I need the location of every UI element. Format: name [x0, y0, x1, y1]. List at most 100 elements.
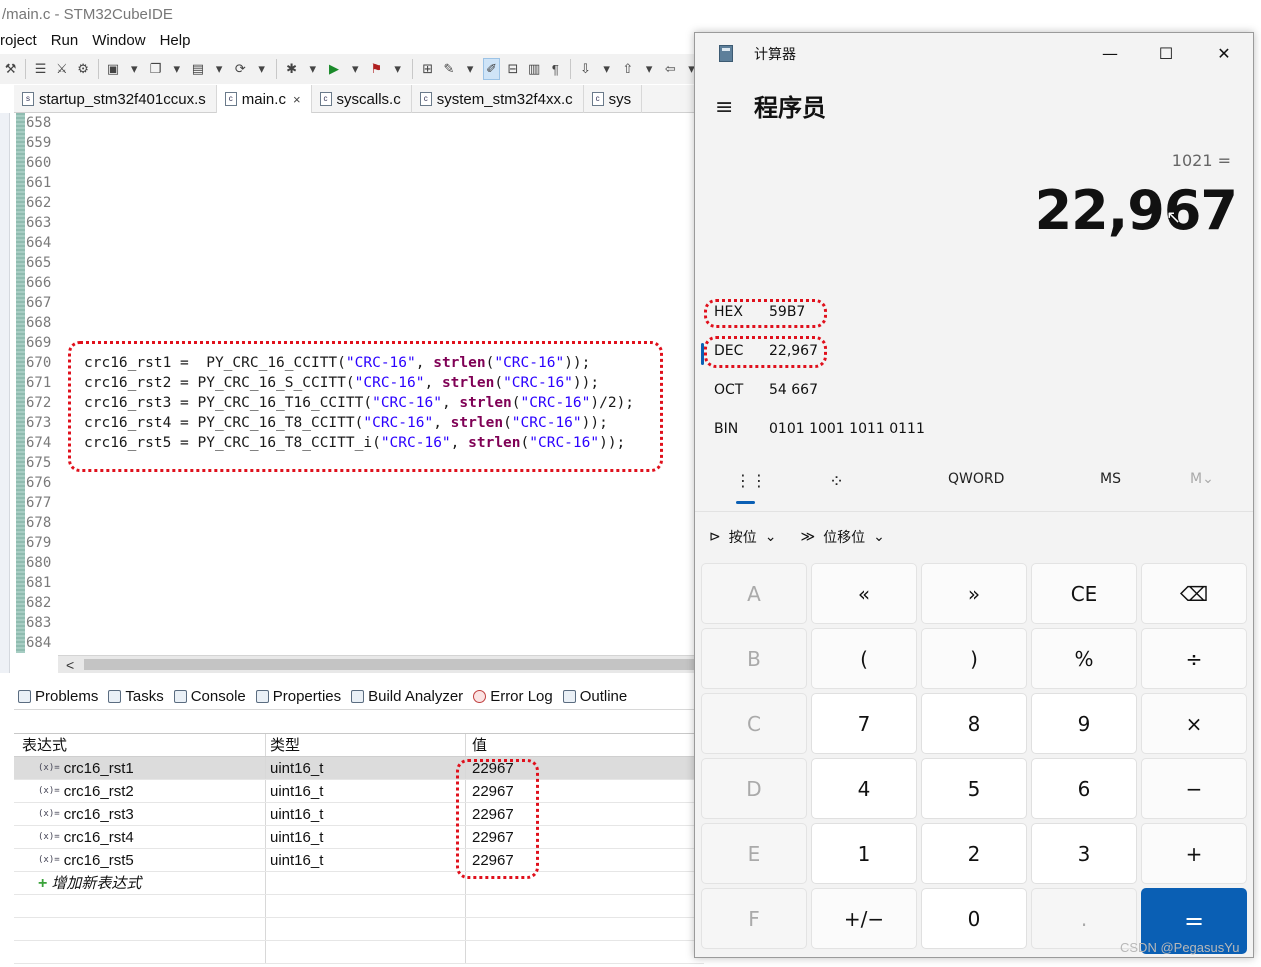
key-close-paren[interactable]: ) [921, 628, 1027, 689]
key-1[interactable]: 1 [811, 823, 917, 884]
open-type-icon[interactable]: ⊞ [419, 58, 436, 80]
dropdown-icon[interactable]: ▾ [304, 58, 321, 80]
key-rshift[interactable]: » [921, 563, 1027, 624]
close-button[interactable]: ✕ [1201, 37, 1247, 69]
new-file-icon[interactable]: ▤ [189, 58, 206, 80]
memory-view-button[interactable]: M⌄ [1190, 471, 1214, 487]
dropdown-icon[interactable]: ▾ [389, 58, 406, 80]
backspace-icon[interactable]: ⌫ [1141, 563, 1247, 624]
dropdown-icon[interactable]: ▾ [168, 58, 185, 80]
key-8[interactable]: 8 [921, 693, 1027, 754]
key-0[interactable]: 0 [921, 888, 1027, 949]
key-b[interactable]: B [701, 628, 807, 689]
table-row[interactable]: (x)= crc16_rst1 uint16_t 22967 [14, 757, 704, 780]
table-row[interactable]: (x)= crc16_rst2 uint16_t 22967 [14, 780, 704, 803]
toggle-mark-icon[interactable]: ⊟ [504, 58, 521, 80]
close-icon[interactable]: × [293, 92, 301, 107]
key-5[interactable]: 5 [921, 758, 1027, 819]
key-7[interactable]: 7 [811, 693, 917, 754]
keypad-icon[interactable]: ⋮⋮ [735, 471, 767, 490]
block-selection-icon[interactable]: ▥ [526, 58, 543, 80]
add-expression-row[interactable]: + 增加新表达式 [14, 872, 704, 895]
word-size-button[interactable]: QWORD [948, 471, 1004, 487]
tab-tasks[interactable]: Tasks [108, 688, 164, 705]
back-icon[interactable]: ⇦ [662, 58, 679, 80]
debug-bug-icon[interactable]: ✱ [283, 58, 300, 80]
refresh-icon[interactable]: ⟳ [232, 58, 249, 80]
key-d[interactable]: D [701, 758, 807, 819]
menu-window[interactable]: Window [92, 30, 145, 52]
key-f[interactable]: F [701, 888, 807, 949]
memory-store-button[interactable]: MS [1100, 471, 1121, 487]
key-a[interactable]: A [701, 563, 807, 624]
key-multiply[interactable]: × [1141, 693, 1247, 754]
key-negate[interactable]: +/− [811, 888, 917, 949]
table-row[interactable]: (x)= crc16_rst5 uint16_t 22967 [14, 849, 704, 872]
tab-error-log[interactable]: Error Log [473, 688, 553, 705]
tab-console[interactable]: Console [173, 688, 246, 705]
key-modulo[interactable]: % [1031, 628, 1137, 689]
radix-oct[interactable]: OCT 54 667 [714, 377, 818, 403]
scrollbar-thumb[interactable] [84, 659, 694, 670]
dropdown-icon[interactable]: ▾ [598, 58, 615, 80]
key-2[interactable]: 2 [921, 823, 1027, 884]
key-3[interactable]: 3 [1031, 823, 1137, 884]
scroll-left-icon[interactable]: < [66, 656, 74, 674]
debug-config-icon[interactable]: ⚙ [74, 58, 91, 80]
tab-build-analyzer[interactable]: Build Analyzer [351, 688, 463, 705]
clean-icon[interactable]: ⚔ [53, 58, 70, 80]
bitshift-dropdown[interactable]: ≫ 位移位 ⌄ [800, 527, 884, 547]
minimize-button[interactable]: — [1087, 37, 1133, 69]
tab-sys-truncated[interactable]: c sys [584, 85, 643, 113]
key-4[interactable]: 4 [811, 758, 917, 819]
key-c[interactable]: C [701, 693, 807, 754]
key-6[interactable]: 6 [1031, 758, 1137, 819]
save-all-icon[interactable]: ☰ [32, 58, 49, 80]
key-open-paren[interactable]: ( [811, 628, 917, 689]
radix-bin[interactable]: BIN 0101 1001 1011 0111 [714, 416, 925, 442]
tab-main-c[interactable]: c main.c × [216, 85, 312, 113]
menu-help[interactable]: Help [160, 30, 191, 52]
tab-system-stm32[interactable]: c system_stm32f4xx.c [412, 85, 584, 113]
table-row[interactable]: (x)= crc16_rst4 uint16_t 22967 [14, 826, 704, 849]
dropdown-icon[interactable]: ▾ [253, 58, 270, 80]
dropdown-icon[interactable]: ▾ [211, 58, 228, 80]
tab-outline[interactable]: Outline [562, 688, 627, 705]
key-9[interactable]: 9 [1031, 693, 1137, 754]
tab-problems[interactable]: Problems [18, 688, 98, 705]
maximize-button[interactable]: ☐ [1143, 37, 1189, 69]
menu-run[interactable]: Run [51, 30, 79, 52]
next-annotation-icon[interactable]: ⇩ [577, 58, 594, 80]
external-tools-icon[interactable]: ⚑ [368, 58, 385, 80]
key-e[interactable]: E [701, 823, 807, 884]
tab-syscalls[interactable]: c syscalls.c [312, 85, 412, 113]
highlight-icon[interactable]: ✐ [482, 58, 501, 80]
show-whitespace-icon[interactable]: ¶ [547, 58, 564, 80]
key-lshift[interactable]: « [811, 563, 917, 624]
run-icon[interactable]: ▶ [325, 58, 342, 80]
key-clear-entry[interactable]: CE [1031, 563, 1137, 624]
dropdown-icon[interactable]: ▾ [347, 58, 364, 80]
dropdown-icon[interactable]: ▾ [126, 58, 143, 80]
open-folder-icon[interactable]: ❐ [147, 58, 164, 80]
hamburger-menu-icon[interactable]: ≡ [715, 95, 733, 120]
dropdown-icon[interactable]: ▾ [640, 58, 657, 80]
bit-toggle-icon[interactable]: ⁘ [829, 471, 844, 492]
key-minus[interactable]: − [1141, 758, 1247, 819]
header-expression[interactable]: 表达式 [14, 734, 266, 756]
table-row[interactable]: (x)= crc16_rst3 uint16_t 22967 [14, 803, 704, 826]
build-icon[interactable]: ⚒ [2, 58, 19, 80]
key-plus[interactable]: + [1141, 823, 1247, 884]
tab-startup[interactable]: s startup_stm32f401ccux.s [14, 85, 217, 113]
dropdown-icon[interactable]: ▾ [462, 58, 479, 80]
prev-annotation-icon[interactable]: ⇧ [619, 58, 636, 80]
tab-properties[interactable]: Properties [255, 688, 341, 705]
new-project-icon[interactable]: ▣ [104, 58, 121, 80]
menu-project[interactable]: roject [0, 30, 37, 52]
header-type[interactable]: 类型 [266, 734, 466, 756]
bitwise-dropdown[interactable]: ⊳ 按位 ⌄ [709, 527, 776, 547]
header-value[interactable]: 值 [466, 734, 704, 756]
horizontal-scrollbar[interactable]: < [58, 655, 700, 673]
search-icon[interactable]: ✎ [440, 58, 457, 80]
key-divide[interactable]: ÷ [1141, 628, 1247, 689]
